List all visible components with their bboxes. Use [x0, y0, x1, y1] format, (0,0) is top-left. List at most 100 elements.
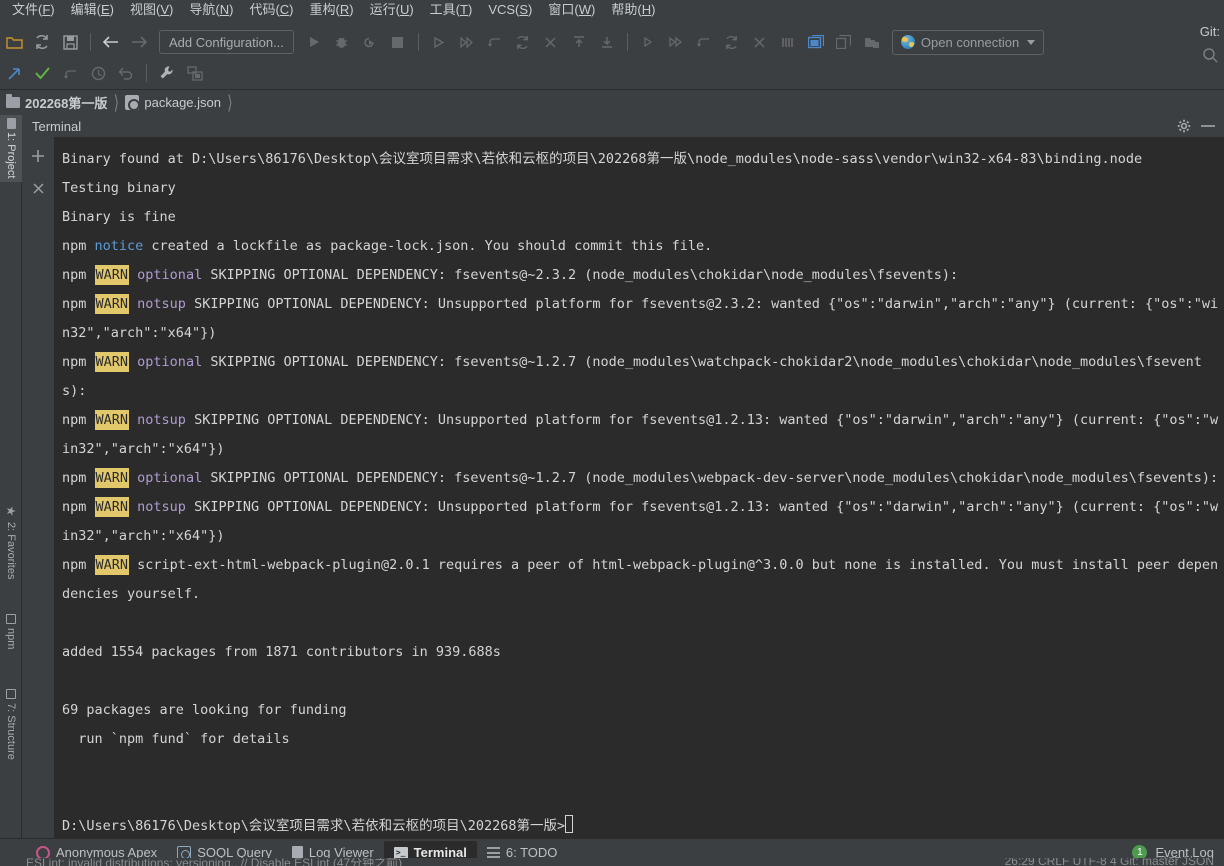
menu-item-1[interactable]: 文件(F): [4, 0, 63, 20]
caret-encoding-status-text: 26:29 CRLF UTF-8 4 Git: master JSON: [1004, 858, 1214, 866]
open-connection-label: Open connection: [920, 34, 1020, 50]
terminal-token-text: [129, 354, 137, 370]
add-configuration-label: Add Configuration...: [169, 34, 284, 50]
menu-item-4[interactable]: 导航(N): [181, 0, 241, 20]
folder-window-icon: [858, 29, 886, 55]
terminal-token-text: [129, 296, 137, 312]
menu-item-5[interactable]: 代码(C): [241, 0, 301, 20]
terminal-line: npm WARN notsup SKIPPING OPTIONAL DEPEND…: [62, 406, 1220, 464]
menu-item-10[interactable]: 窗口(W): [540, 0, 603, 20]
fast-forward-icon: [662, 29, 690, 55]
terminal-token-text: [129, 499, 137, 515]
sidebar-item-project[interactable]: 1: Project: [0, 115, 22, 183]
sidebar-item-label-project: 1: Project: [5, 132, 17, 179]
add-configuration-button[interactable]: Add Configuration...: [159, 30, 294, 54]
breadcrumb-label-file: package.json: [144, 95, 222, 110]
forward-arrow-icon: [125, 29, 153, 55]
terminal-token-notice: notice: [94, 238, 144, 254]
terminal-body: Binary found at D:\Users\86176\Desktop\会…: [22, 137, 1224, 838]
sidebar-item-npm[interactable]: npm: [0, 610, 22, 653]
gear-icon[interactable]: [1172, 116, 1196, 136]
terminal-token-text: created a lockfile as package-lock.json.…: [143, 238, 713, 254]
terminal-panel: Terminal Binary found at D:\Users\86176\…: [22, 115, 1224, 838]
minimize-icon[interactable]: [1196, 116, 1220, 136]
rerun-icon: [509, 29, 537, 55]
terminal-token-key: optional: [137, 267, 203, 283]
chevron-down-icon: [1027, 39, 1036, 45]
open-connection-button[interactable]: Open connection: [891, 29, 1045, 55]
folder-icon: [6, 118, 16, 129]
terminal-title: Terminal: [32, 118, 82, 134]
main-toolbar: Add Configuration... Open connection Git…: [0, 20, 1224, 90]
terminal-token-text: npm: [62, 267, 95, 283]
terminal-token-key: notsup: [137, 412, 186, 428]
terminal-token-key: notsup: [137, 499, 186, 515]
menu-item-11[interactable]: 帮助(H): [603, 0, 663, 20]
toolbar-row-secondary: [0, 60, 209, 86]
menu-bar: 文件(F) 编辑(E) 视图(V) 导航(N) 代码(C) 重构(R) 运行(U) 工具(T)…: [0, 0, 1224, 20]
menu-item-6[interactable]: 重构(R): [302, 0, 362, 20]
terminal-warn-badge: WARN: [94, 497, 130, 517]
sync-icon[interactable]: [28, 29, 56, 55]
commit-icon: [690, 29, 718, 55]
terminal-token-text: added 1554 packages from 1871 contributo…: [62, 644, 501, 660]
play-small-icon: [634, 29, 662, 55]
terminal-header: Terminal: [22, 115, 1224, 137]
terminal-token-text: npm: [62, 470, 95, 486]
terminal-token-text: 69 packages are looking for funding: [62, 702, 347, 718]
breadcrumb-separator-icon: ⟩: [113, 90, 120, 113]
revert-icon: [718, 29, 746, 55]
folder-icon: [6, 94, 20, 108]
terminal-warn-badge: WARN: [94, 294, 130, 314]
search-icon[interactable]: [1196, 42, 1224, 68]
git-label: Git:: [1199, 24, 1220, 39]
update-project-icon[interactable]: [0, 60, 28, 86]
debug-icon: [328, 29, 356, 55]
terminal-token-key: notsup: [137, 296, 186, 312]
close-icon: [746, 29, 774, 55]
terminal-warn-badge: WARN: [94, 468, 130, 488]
settings-wrench-icon[interactable]: [153, 60, 181, 86]
run-with-coverage-icon: [356, 29, 384, 55]
terminal-token-text: [129, 412, 137, 428]
left-tool-strip: 1: Project ★ 2: Favorites npm 7: Structu…: [0, 115, 22, 838]
terminal-warn-badge: WARN: [94, 555, 130, 575]
force-step-into-icon: [593, 29, 621, 55]
sidebar-item-label-favorites: 2: Favorites: [5, 522, 17, 580]
terminal-token-text: SKIPPING OPTIONAL DEPENDENCY: fsevents@~…: [202, 267, 959, 283]
menu-item-3[interactable]: 视图(V): [122, 0, 181, 20]
preview-window-icon[interactable]: [802, 29, 830, 55]
open-folder-icon[interactable]: [0, 29, 28, 55]
terminal-line: 69 packages are looking for funding: [62, 696, 1220, 725]
new-session-plus-icon[interactable]: [27, 145, 49, 167]
workspace: 1: Project ★ 2: Favorites npm 7: Structu…: [0, 115, 1224, 838]
menu-item-7[interactable]: 运行(U): [362, 0, 422, 20]
back-arrow-icon[interactable]: [97, 29, 125, 55]
star-icon: ★: [4, 504, 18, 518]
undo-icon: [112, 60, 140, 86]
step-over-icon: [453, 29, 481, 55]
check-icon[interactable]: [28, 60, 56, 86]
terminal-output[interactable]: Binary found at D:\Users\86176\Desktop\会…: [54, 137, 1224, 838]
menu-item-9[interactable]: VCS(S): [480, 0, 540, 20]
step-out-icon: [565, 29, 593, 55]
sidebar-item-structure[interactable]: 7: Structure: [0, 685, 22, 764]
breadcrumb-item-file[interactable]: package.json: [125, 95, 222, 111]
menu-item-8[interactable]: 工具(T): [422, 0, 481, 20]
resume-icon: [425, 29, 453, 55]
terminal-token-text: script-ext-html-webpack-plugin@2.0.1 req…: [62, 557, 1219, 602]
terminal-token-key: optional: [137, 470, 203, 486]
toolbar-separator-3: [626, 33, 628, 51]
close-session-x-icon[interactable]: [27, 177, 49, 199]
terminal-cursor: [565, 815, 574, 833]
menu-item-2[interactable]: 编辑(E): [63, 0, 122, 20]
toolbar-separator-4: [146, 64, 147, 82]
breadcrumb-item-project[interactable]: 202268第一版: [6, 93, 107, 112]
sidebar-item-favorites[interactable]: ★ 2: Favorites: [0, 500, 22, 583]
eslint-status-text: ESLint: invalid distributions: versionin…: [26, 858, 403, 866]
breadcrumb-label-project: 202268第一版: [25, 96, 108, 111]
save-icon[interactable]: [56, 29, 84, 55]
terminal-token-text: Testing binary: [62, 180, 176, 196]
terminal-warn-badge: WARN: [94, 352, 130, 372]
